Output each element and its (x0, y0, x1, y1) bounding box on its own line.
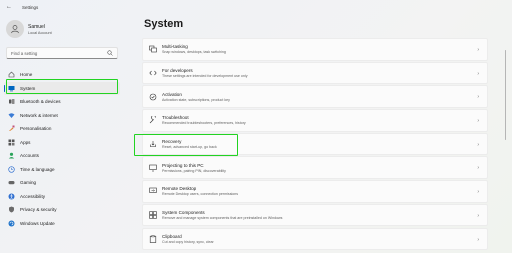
search-box[interactable] (6, 47, 118, 59)
sidebar-item-label: Apps (20, 139, 31, 145)
sidebar-item-label: Time & language (20, 166, 55, 172)
page-title: System (144, 18, 184, 30)
row-subtitle: Activation state, subscriptions, product… (162, 97, 230, 102)
shield-icon (8, 206, 15, 213)
scrollbar[interactable] (504, 50, 506, 140)
chevron-right-icon: › (477, 70, 479, 77)
sidebar-item-gaming[interactable]: Gaming (4, 176, 120, 190)
user-icon (11, 25, 19, 34)
account-type: Local Account (28, 30, 52, 35)
sidebar-item-label: Personalisation (20, 126, 52, 132)
sidebar: Samuel Local Account Home System B (0, 14, 128, 253)
sidebar-item-time-language[interactable]: Time & language (4, 163, 120, 177)
chevron-right-icon: › (477, 212, 479, 219)
row-subtitle: Reset, advanced start-up, go back (162, 145, 217, 150)
accessibility-icon (8, 193, 15, 200)
row-title: Clipboard (162, 233, 182, 239)
sidebar-nav: Home System Bluetooth & devices Network … (4, 68, 120, 230)
apps-icon (8, 139, 15, 146)
chevron-right-icon: › (477, 141, 479, 148)
clipboard-icon (148, 234, 157, 243)
row-subtitle: Permissions, pairing PIN, discoverabilit… (162, 168, 226, 173)
sidebar-item-network[interactable]: Network & internet (4, 109, 120, 123)
settings-row-troubleshoot[interactable]: Troubleshoot Recommended troubleshooters… (142, 109, 488, 132)
recovery-icon (148, 140, 157, 149)
sidebar-item-label: Network & internet (20, 112, 58, 118)
gaming-icon (8, 179, 15, 186)
sidebar-item-bluetooth-devices[interactable]: Bluetooth & devices (4, 95, 120, 109)
multitasking-icon (148, 45, 157, 54)
chevron-right-icon: › (477, 189, 479, 196)
search-input[interactable] (11, 50, 101, 56)
row-title: System Components (162, 209, 205, 215)
sidebar-item-label: Accessibility (20, 193, 46, 199)
update-icon (8, 220, 15, 227)
settings-row-projecting[interactable]: Projecting to this PC Permissions, pairi… (142, 156, 488, 179)
chevron-right-icon: › (477, 94, 479, 101)
activation-icon (148, 92, 157, 101)
sidebar-item-home[interactable]: Home (4, 68, 120, 82)
sidebar-item-personalisation[interactable]: Personalisation (4, 122, 120, 136)
sidebar-item-label: Home (20, 72, 33, 78)
developer-icon (148, 68, 157, 77)
components-icon (148, 211, 157, 220)
row-subtitle: Remove and manage system components that… (162, 216, 283, 221)
row-subtitle: Cut and copy history, sync, clear (162, 239, 214, 244)
row-subtitle: These settings are intended for developm… (162, 74, 248, 79)
user-profile[interactable]: Samuel Local Account (6, 20, 52, 38)
user-name: Samuel (28, 23, 45, 30)
troubleshoot-icon (148, 116, 157, 125)
sidebar-item-apps[interactable]: Apps (4, 136, 120, 150)
settings-row-recovery[interactable]: Recovery Reset, advanced start-up, go ba… (142, 132, 488, 156)
settings-row-for-developers[interactable]: For developers These settings are intend… (142, 61, 488, 85)
chevron-right-icon: › (477, 165, 479, 172)
row-subtitle: Remote Desktop users, connection permiss… (162, 192, 239, 197)
title-bar: ← Settings (0, 0, 512, 14)
sidebar-item-label: Windows Update (20, 220, 55, 226)
accounts-icon (8, 152, 15, 159)
row-title: For developers (162, 67, 193, 73)
time-language-icon (8, 166, 15, 173)
projecting-icon (148, 163, 157, 172)
sidebar-item-label: Accounts (20, 153, 39, 159)
chevron-right-icon: › (477, 47, 479, 53)
window-title: Settings (22, 4, 39, 10)
brush-icon (8, 125, 15, 132)
settings-row-remote-desktop[interactable]: Remote Desktop Remote Desktop users, con… (142, 180, 488, 203)
row-title: Recovery (162, 138, 182, 144)
settings-row-clipboard[interactable]: Clipboard Cut and copy history, sync, cl… (142, 227, 488, 250)
bluetooth-icon (8, 98, 15, 105)
chevron-right-icon: › (477, 118, 479, 125)
row-subtitle: Recommended troubleshooters, preferences… (162, 121, 246, 126)
row-title: Projecting to this PC (162, 162, 204, 168)
sidebar-item-label: Privacy & security (20, 207, 57, 213)
row-title: Multi-tasking (162, 44, 188, 50)
row-subtitle: Snap windows, desktops, task switching (162, 50, 226, 55)
sidebar-item-label: Gaming (20, 180, 37, 186)
home-icon (8, 71, 15, 78)
avatar (6, 20, 24, 38)
settings-row-multitasking[interactable]: Multi-tasking Snap windows, desktops, ta… (142, 38, 488, 61)
settings-row-system-components[interactable]: System Components Remove and manage syst… (142, 203, 488, 227)
sidebar-item-windows-update[interactable]: Windows Update (4, 217, 120, 231)
chevron-right-icon: › (477, 236, 479, 243)
sidebar-item-privacy-security[interactable]: Privacy & security (4, 203, 120, 217)
search-icon[interactable] (107, 50, 113, 56)
settings-row-activation[interactable]: Activation Activation state, subscriptio… (142, 85, 488, 108)
row-title: Troubleshoot (162, 115, 189, 121)
system-icon (8, 85, 15, 92)
sidebar-item-accounts[interactable]: Accounts (4, 149, 120, 163)
back-arrow-icon[interactable]: ← (6, 4, 12, 10)
row-title: Activation (162, 91, 182, 97)
remote-desktop-icon (148, 187, 157, 196)
row-title: Remote Desktop (162, 186, 197, 192)
sidebar-item-accessibility[interactable]: Accessibility (4, 190, 120, 204)
network-icon (8, 112, 15, 119)
settings-list: Multi-tasking Snap windows, desktops, ta… (142, 38, 488, 251)
sidebar-item-label: Bluetooth & devices (20, 99, 61, 105)
sidebar-item-label: System (20, 85, 36, 91)
sidebar-item-system[interactable]: System (4, 81, 120, 95)
